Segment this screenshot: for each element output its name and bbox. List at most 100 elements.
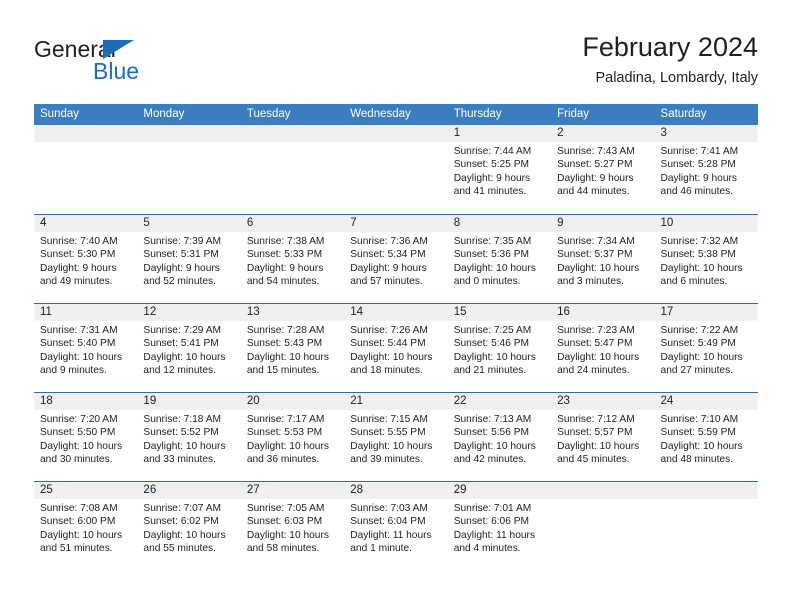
weekday-tuesday: Tuesday (246, 108, 291, 120)
daylight-text-line2: and 55 minutes. (143, 543, 216, 555)
daylight-text-line1: Daylight: 9 hours (246, 262, 324, 274)
day-cell[interactable]: 9 Sunrise: 7:34 AM Sunset: 5:37 PM Dayli… (551, 215, 655, 303)
sunrise-text: Sunrise: 7:32 AM (660, 236, 739, 247)
day-cell[interactable]: 23 Sunrise: 7:12 AM Sunset: 5:57 PM Dayl… (551, 393, 655, 481)
sunrise-text: Sunrise: 7:20 AM (40, 414, 118, 425)
sunrise-text: Sunrise: 7:07 AM (143, 503, 222, 514)
day-cell[interactable]: 14 Sunrise: 7:26 AM Sunset: 5:44 PM Dayl… (344, 304, 448, 392)
sunrise-text: Sunrise: 7:38 AM (246, 236, 325, 247)
day-cell[interactable]: 8 Sunrise: 7:35 AM Sunset: 5:36 PM Dayli… (447, 215, 552, 303)
sunrise-text: Sunrise: 7:01 AM (453, 503, 532, 514)
sunset-text: Sunset: 5:43 PM (246, 338, 323, 350)
day-cell[interactable]: 11 Sunrise: 7:31 AM Sunset: 5:40 PM Dayl… (34, 304, 138, 392)
day-info: Sunrise: 7:26 AM Sunset: 5:44 PM Dayligh… (344, 321, 447, 378)
daylight-text-line2: and 1 minute. (350, 543, 412, 555)
daylight-text-line1: Daylight: 10 hours (40, 529, 123, 541)
day-cell[interactable]: 17 Sunrise: 7:22 AM Sunset: 5:49 PM Dayl… (654, 304, 758, 392)
daylight-text-line2: and 3 minutes. (557, 276, 624, 288)
week-row: 18 Sunrise: 7:20 AM Sunset: 5:50 PM Dayl… (34, 392, 758, 481)
day-cell[interactable]: 10 Sunrise: 7:32 AM Sunset: 5:38 PM Dayl… (654, 215, 758, 303)
day-cell[interactable]: 1 Sunrise: 7:44 AM Sunset: 5:25 PM Dayli… (447, 125, 552, 214)
day-cell[interactable] (344, 125, 448, 214)
daylight-text-line2: and 57 minutes. (350, 276, 423, 288)
title-block: February 2024 Paladina, Lombardy, Italy (582, 30, 758, 89)
sunset-text: Sunset: 5:34 PM (350, 249, 426, 261)
day-cell[interactable]: 29 Sunrise: 7:01 AM Sunset: 6:06 PM Dayl… (447, 482, 552, 570)
day-cell[interactable]: 24 Sunrise: 7:10 AM Sunset: 5:59 PM Dayl… (654, 393, 758, 481)
day-info: Sunrise: 7:20 AM Sunset: 5:50 PM Dayligh… (34, 410, 137, 467)
sunset-text: Sunset: 5:41 PM (143, 338, 219, 350)
day-number: 18 (34, 393, 138, 410)
weekday-monday: Monday (143, 108, 185, 120)
day-number: 14 (344, 304, 448, 321)
daylight-text-line1: Daylight: 9 hours (453, 172, 531, 184)
day-cell[interactable]: 22 Sunrise: 7:13 AM Sunset: 5:56 PM Dayl… (447, 393, 552, 481)
day-cell[interactable] (137, 125, 241, 214)
daylight-text-line2: and 33 minutes. (143, 454, 216, 466)
day-cell[interactable]: 26 Sunrise: 7:07 AM Sunset: 6:02 PM Dayl… (137, 482, 241, 570)
sunset-text: Sunset: 5:46 PM (453, 338, 530, 350)
day-cell[interactable]: 5 Sunrise: 7:39 AM Sunset: 5:31 PM Dayli… (137, 215, 241, 303)
day-number: 24 (654, 393, 758, 410)
sunrise-text: Sunrise: 7:18 AM (143, 414, 222, 425)
day-cell[interactable]: 6 Sunrise: 7:38 AM Sunset: 5:33 PM Dayli… (240, 215, 345, 303)
logo-triangle-icon (103, 40, 134, 59)
day-cell[interactable]: 21 Sunrise: 7:15 AM Sunset: 5:55 PM Dayl… (344, 393, 448, 481)
sunrise-text: Sunrise: 7:17 AM (246, 414, 325, 425)
day-info: Sunrise: 7:28 AM Sunset: 5:43 PM Dayligh… (241, 321, 344, 378)
day-cell[interactable] (34, 125, 138, 214)
daylight-text-line2: and 42 minutes. (453, 454, 527, 466)
sunset-text: Sunset: 6:04 PM (350, 516, 426, 528)
day-info (655, 499, 758, 502)
day-cell[interactable]: 25 Sunrise: 7:08 AM Sunset: 6:00 PM Dayl… (34, 482, 138, 570)
day-cell[interactable]: 16 Sunrise: 7:23 AM Sunset: 5:47 PM Dayl… (551, 304, 655, 392)
day-cell[interactable]: 13 Sunrise: 7:28 AM Sunset: 5:43 PM Dayl… (240, 304, 345, 392)
daylight-text-line2: and 49 minutes. (40, 276, 113, 288)
day-cell[interactable]: 18 Sunrise: 7:20 AM Sunset: 5:50 PM Dayl… (34, 393, 138, 481)
sunset-text: Sunset: 5:31 PM (143, 249, 219, 261)
sunrise-text: Sunrise: 7:28 AM (246, 325, 325, 336)
day-cell[interactable]: 7 Sunrise: 7:36 AM Sunset: 5:34 PM Dayli… (344, 215, 448, 303)
sunset-text: Sunset: 6:06 PM (453, 516, 530, 528)
daylight-text-line2: and 48 minutes. (660, 454, 734, 466)
daylight-text-line1: Daylight: 10 hours (557, 351, 640, 363)
sunset-text: Sunset: 5:38 PM (660, 249, 736, 261)
daylight-text-line1: Daylight: 10 hours (557, 440, 640, 452)
day-cell[interactable]: 28 Sunrise: 7:03 AM Sunset: 6:04 PM Dayl… (344, 482, 448, 570)
day-cell[interactable]: 19 Sunrise: 7:18 AM Sunset: 5:52 PM Dayl… (137, 393, 241, 481)
day-number: 25 (34, 482, 138, 499)
day-cell[interactable]: 20 Sunrise: 7:17 AM Sunset: 5:53 PM Dayl… (240, 393, 345, 481)
daylight-text-line1: Daylight: 9 hours (143, 262, 220, 274)
day-number: 1 (447, 125, 552, 142)
page-title: February 2024 (582, 32, 758, 62)
day-info: Sunrise: 7:29 AM Sunset: 5:41 PM Dayligh… (137, 321, 240, 378)
day-number: 5 (137, 215, 241, 232)
day-info: Sunrise: 7:15 AM Sunset: 5:55 PM Dayligh… (344, 410, 447, 467)
day-number: 12 (137, 304, 241, 321)
day-number: 27 (240, 482, 345, 499)
day-cell[interactable]: 2 Sunrise: 7:43 AM Sunset: 5:27 PM Dayli… (551, 125, 655, 214)
general-blue-logo[interactable]: General Blue (34, 36, 234, 92)
weekday-sunday: Sunday (40, 108, 80, 120)
day-cell[interactable]: 15 Sunrise: 7:25 AM Sunset: 5:46 PM Dayl… (447, 304, 552, 392)
day-cell[interactable] (240, 125, 345, 214)
sunrise-text: Sunrise: 7:44 AM (453, 146, 532, 157)
daylight-text-line1: Daylight: 10 hours (143, 440, 226, 452)
day-info (137, 142, 240, 145)
day-cell[interactable]: 12 Sunrise: 7:29 AM Sunset: 5:41 PM Dayl… (137, 304, 241, 392)
day-info: Sunrise: 7:39 AM Sunset: 5:31 PM Dayligh… (137, 232, 240, 289)
day-cell[interactable]: 4 Sunrise: 7:40 AM Sunset: 5:30 PM Dayli… (34, 215, 138, 303)
daylight-text-line2: and 45 minutes. (557, 454, 630, 466)
sunset-text: Sunset: 5:37 PM (557, 249, 633, 261)
weekday-header-row: Sunday Monday Tuesday Wednesday Thursday… (34, 104, 758, 125)
day-cell[interactable] (551, 482, 655, 570)
daylight-text-line2: and 52 minutes. (143, 276, 216, 288)
day-cell[interactable]: 27 Sunrise: 7:05 AM Sunset: 6:03 PM Dayl… (240, 482, 345, 570)
day-info: Sunrise: 7:18 AM Sunset: 5:52 PM Dayligh… (137, 410, 240, 467)
sunrise-text: Sunrise: 7:05 AM (246, 503, 325, 514)
day-number: 15 (447, 304, 552, 321)
daylight-text-line2: and 51 minutes. (40, 543, 113, 555)
sunset-text: Sunset: 6:02 PM (143, 516, 219, 528)
day-cell[interactable] (654, 482, 758, 570)
day-cell[interactable]: 3 Sunrise: 7:41 AM Sunset: 5:28 PM Dayli… (654, 125, 758, 214)
